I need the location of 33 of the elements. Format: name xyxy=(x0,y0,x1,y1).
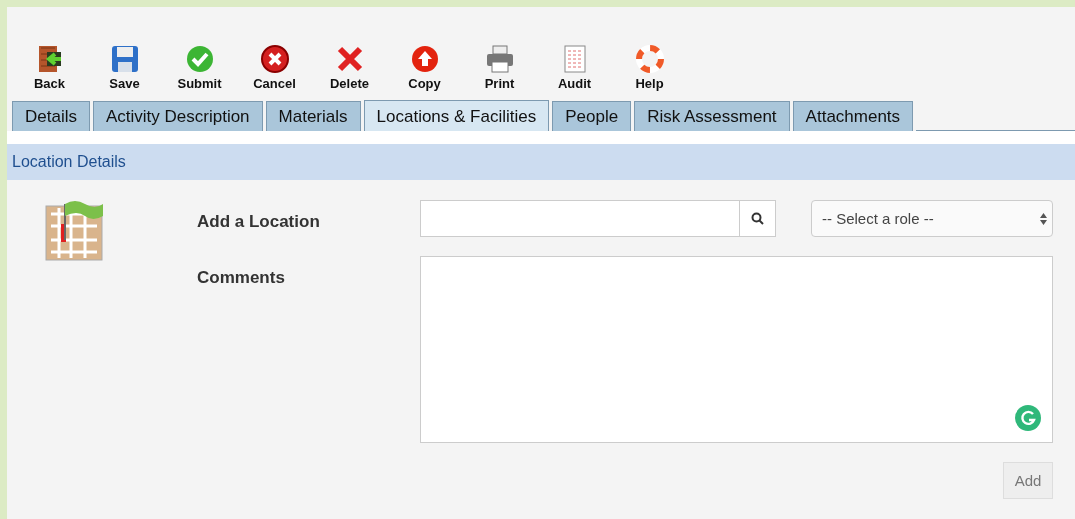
save-icon xyxy=(109,44,140,74)
tab[interactable]: People xyxy=(552,101,632,131)
grammar-icon[interactable] xyxy=(1015,405,1041,431)
delete-button[interactable]: Delete xyxy=(312,44,387,98)
tab[interactable]: Activity Description xyxy=(92,101,263,131)
tab[interactable]: Locations & Facilities xyxy=(363,100,550,131)
section-title: Location Details xyxy=(12,153,126,171)
add-location-label: Add a Location xyxy=(197,212,321,232)
save-button[interactable]: Save xyxy=(87,44,162,98)
tab[interactable]: Materials xyxy=(265,101,361,131)
print-button[interactable]: Print xyxy=(462,44,537,98)
tab[interactable]: Risk Assessment xyxy=(634,101,790,131)
print-icon xyxy=(484,44,515,74)
map-flag-icon xyxy=(45,200,103,262)
location-search-field[interactable] xyxy=(420,200,776,237)
copy-button[interactable]: Copy xyxy=(387,44,462,98)
comments-label: Comments xyxy=(197,268,286,288)
add-button[interactable]: Add xyxy=(1003,462,1053,499)
role-select[interactable]: -- Select a role -- xyxy=(811,200,1053,237)
comments-field[interactable] xyxy=(420,256,1053,443)
back-button[interactable]: Back xyxy=(12,44,87,98)
tab[interactable]: Attachments xyxy=(792,101,914,131)
tab[interactable]: Details xyxy=(12,101,90,131)
cancel-icon xyxy=(259,44,290,74)
updown-icon xyxy=(1040,212,1047,225)
submit-button[interactable]: Submit xyxy=(162,44,237,98)
search-icon xyxy=(751,212,764,225)
help-button[interactable]: Help xyxy=(612,44,687,98)
cancel-button[interactable]: Cancel xyxy=(237,44,312,98)
audit-button[interactable]: Audit xyxy=(537,44,612,98)
copy-icon xyxy=(409,44,440,74)
submit-icon xyxy=(184,44,215,74)
help-icon xyxy=(634,44,665,74)
